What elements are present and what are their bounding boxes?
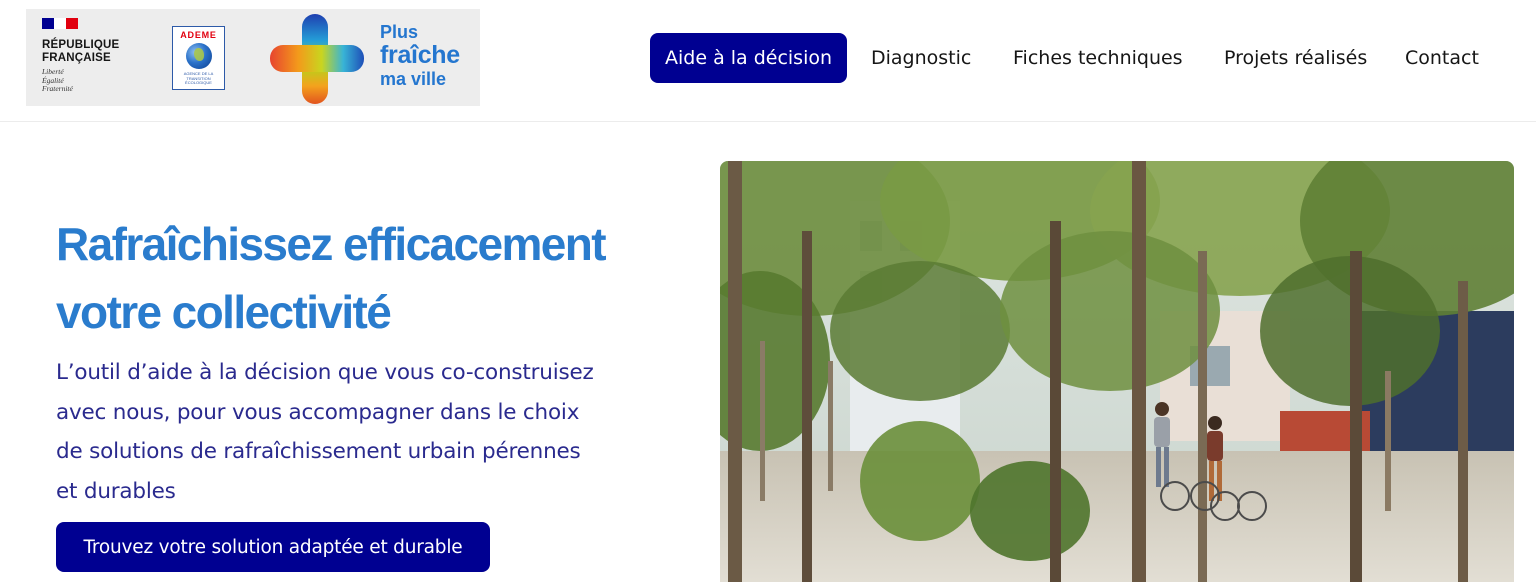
republique-francaise-logo: RÉPUBLIQUE FRANÇAISE Liberté Égalité Fra… [42, 18, 152, 94]
hero-title-line2: votre collectivité [56, 286, 392, 338]
logo-block[interactable]: RÉPUBLIQUE FRANÇAISE Liberté Égalité Fra… [26, 9, 480, 106]
hero-title-line1: Rafraîchissez efficacement [56, 218, 607, 270]
nav-projets-realises[interactable]: Projets réalisés [1224, 33, 1367, 83]
plus-fraiche-ma-ville-logo: Plus fraîche ma ville [268, 12, 478, 104]
ademe-title: ADEME [180, 30, 217, 40]
pfmv-line1: Plus [380, 22, 419, 42]
nav-fiches-techniques[interactable]: Fiches techniques [1013, 33, 1183, 83]
french-flag-icon [42, 18, 78, 29]
rf-motto: Liberté Égalité Fraternité [42, 67, 152, 94]
pfmv-wordmark: Plus fraîche ma ville [380, 22, 460, 89]
hero-text-line4: et durables [56, 478, 176, 504]
hero-text-line3: de solutions de rafraîchissement urbain … [56, 439, 581, 464]
tree-square-illustration [720, 161, 1514, 582]
ademe-subtitle: AGENCE DE LA TRANSITION ÉCOLOGIQUE [183, 71, 214, 85]
hero-text-line1: L’outil d’aide à la décision que vous co… [56, 360, 594, 385]
site-header: RÉPUBLIQUE FRANÇAISE Liberté Égalité Fra… [0, 0, 1536, 122]
nav-contact[interactable]: Contact [1405, 33, 1479, 83]
nav-diagnostic[interactable]: Diagnostic [871, 33, 971, 83]
ademe-logo: ADEME AGENCE DE LA TRANSITION ÉCOLOGIQUE [172, 26, 225, 90]
hero-text-line2: avec nous, pour vous accompagner dans le… [56, 399, 580, 425]
ademe-globe-icon [185, 43, 212, 69]
hero-description: L’outil d’aide à la décision que vous co… [56, 353, 676, 511]
plus-horizontal-bar-icon [270, 45, 364, 72]
rf-name-line1: RÉPUBLIQUE [42, 39, 120, 51]
nav-aide-a-la-decision[interactable]: Aide à la décision [650, 33, 848, 83]
hero-title: Rafraîchissez efficacement votre collect… [56, 210, 696, 346]
pfmv-line2: fraîche [380, 41, 460, 69]
rf-motto-line3: Fraternité [42, 84, 73, 93]
pfmv-line3: ma ville [380, 69, 447, 89]
hero-photo-trees [720, 161, 1514, 582]
rf-name-line2: FRANÇAISE [42, 51, 111, 64]
find-solution-button[interactable]: Trouvez votre solution adaptée et durabl… [56, 522, 490, 572]
